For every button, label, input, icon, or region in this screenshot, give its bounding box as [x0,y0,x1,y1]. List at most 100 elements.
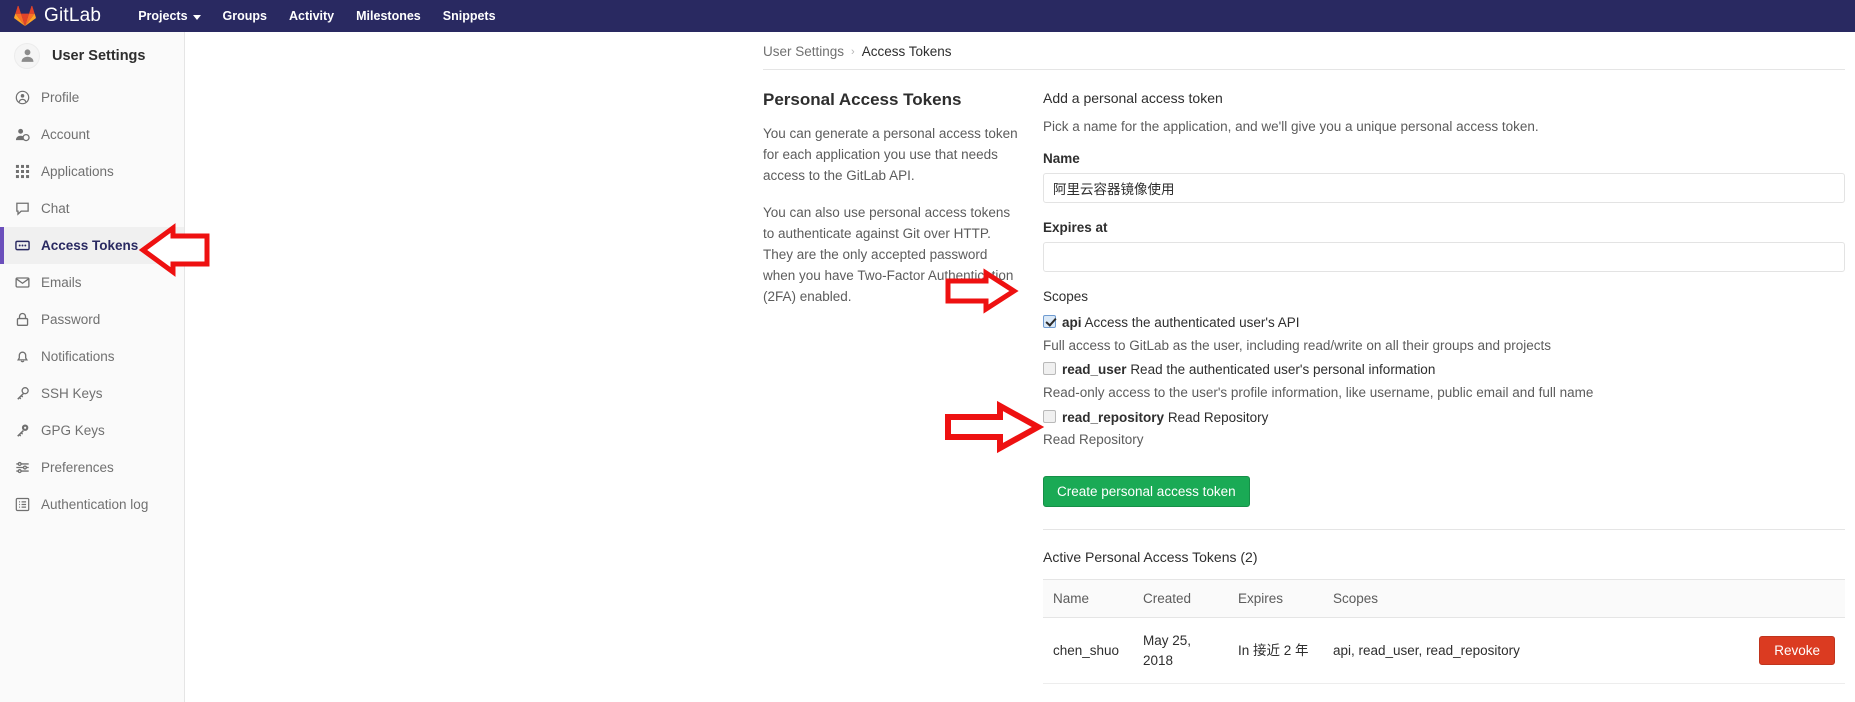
scope-help-read-repository: Read Repository [1043,432,1144,448]
sidebar-item-label: Preferences [41,460,114,475]
main-content: User Settings › Access Tokens Personal A… [185,32,1855,702]
nav-link-projects-label: Projects [138,9,188,23]
sidebar-item-profile[interactable]: Profile [0,79,184,116]
sidebar-item-label: Access Tokens [41,238,139,253]
gitlab-brand[interactable]: GitLab [14,5,101,27]
column-header-expires: Expires [1228,579,1323,619]
sidebar-item-preferences[interactable]: Preferences [0,449,184,486]
sidebar-item-label: Notifications [41,349,115,364]
user-avatar-icon [14,42,40,69]
scope-label-api: Access the authenticated user's API [1084,315,1300,331]
sidebar-item-ssh-keys[interactable]: SSH Keys [0,375,184,412]
scope-name-read-repository: read_repository [1062,409,1165,425]
form-title: Add a personal access token [1043,90,1223,106]
create-personal-access-token-button[interactable]: Create personal access token [1043,475,1250,508]
form-subtitle: Pick a name for the application, and we'… [1043,119,1539,134]
sidebar-item-applications[interactable]: Applications [0,153,184,190]
list-log-icon [14,497,30,513]
cell-token-scopes: api, read_user, read_repository [1323,617,1750,685]
nav-link-snippets[interactable]: Snippets [432,0,507,32]
column-header-scopes: Scopes [1323,579,1750,619]
settings-columns: Personal Access Tokens You can generate … [763,70,1845,685]
scope-label-read-user: Read the authenticated user's personal i… [1130,362,1436,378]
token-form-column: Add a personal access token Pick a name … [1043,90,1845,685]
active-tokens-table: Name Created Expires Scopes chen_shuo Ma… [1043,579,1845,685]
breadcrumb: User Settings › Access Tokens [763,32,1845,70]
scope-label-read-repository: Read Repository [1167,409,1269,425]
table-row: chen_shuo May 25, 2018 In 接近 2 年 api, re… [1043,617,1845,685]
column-header-name: Name [1043,579,1133,619]
sidebar-header: User Settings [0,32,184,79]
scope-help-api: Full access to GitLab as the user, inclu… [1043,337,1552,353]
table-body: chen_shuo May 25, 2018 In 接近 2 年 api, re… [1043,617,1845,685]
info-paragraph-2: You can also use personal access tokens … [763,205,1014,304]
scope-checkbox-read-repository[interactable] [1043,409,1056,423]
account-gear-icon [14,127,30,143]
cell-token-created: May 25, 2018 [1133,617,1228,685]
cell-token-action: Revoke [1749,617,1845,685]
revoke-token-button[interactable]: Revoke [1759,636,1835,666]
scope-row-read-user[interactable]: read_user Read the authenticated user's … [1043,360,1845,380]
sidebar-item-label: Account [41,127,90,142]
gitlab-tanuki-icon [14,5,36,27]
scope-name-read-user: read_user [1062,362,1127,378]
top-navbar: GitLab Projects Groups Activity Mileston… [0,0,1855,32]
sidebar-item-label: Password [41,312,101,327]
key-icon [14,423,30,439]
expires-field-label: Expires at [1043,220,1108,236]
sidebar-item-label: GPG Keys [41,423,105,438]
sidebar-item-account[interactable]: Account [0,116,184,153]
sidebar-item-label: Chat [41,201,70,216]
breadcrumb-parent-link[interactable]: User Settings [763,44,844,59]
token-name-input[interactable] [1043,173,1845,204]
active-tokens-title: Active Personal Access Tokens (2) [1043,549,1258,566]
info-paragraph-1: You can generate a personal access token… [763,126,1018,184]
info-column: Personal Access Tokens You can generate … [763,90,1021,684]
token-expires-input[interactable] [1043,242,1845,273]
nav-link-projects[interactable]: Projects [127,0,211,32]
access-token-icon [14,238,30,254]
sidebar-item-password[interactable]: Password [0,301,184,338]
scope-checkbox-read-user[interactable] [1043,362,1056,376]
sidebar-item-label: Emails [41,275,82,290]
gitlab-brand-text: GitLab [44,5,102,26]
table-head: Name Created Expires Scopes [1043,579,1845,619]
chat-bubble-icon [14,201,30,217]
page-title: Personal Access Tokens [763,90,962,109]
nav-link-groups[interactable]: Groups [212,0,278,32]
sidebar-item-emails[interactable]: Emails [0,264,184,301]
key-icon [14,386,30,402]
navbar-links: Projects Groups Activity Milestones Snip… [127,0,506,32]
scope-help-read-user: Read-only access to the user's profile i… [1043,384,1594,400]
sidebar-nav-list: Profile Account Applications Chat Access… [0,79,184,523]
sidebar-item-label: Profile [41,90,80,105]
applications-grid-icon [14,164,30,180]
scope-name-api: api [1062,315,1082,331]
scope-checkbox-api[interactable] [1043,315,1056,329]
sidebar-item-access-tokens[interactable]: Access Tokens [0,227,184,264]
page-layout: User Settings Profile Account Applicatio… [0,32,1855,702]
column-header-action [1749,579,1845,619]
nav-link-activity[interactable]: Activity [278,0,345,32]
section-divider [1043,529,1845,531]
nav-link-milestones[interactable]: Milestones [345,0,432,32]
sidebar-item-notifications[interactable]: Notifications [0,338,184,375]
profile-icon [14,90,30,106]
breadcrumb-current-link[interactable]: Access Tokens [862,44,952,59]
column-header-created: Created [1133,579,1228,619]
sidebar-title: User Settings [52,47,146,64]
cell-token-expires: In 接近 2 年 [1228,617,1323,685]
scopes-label: Scopes [1043,289,1089,305]
sidebar-item-chat[interactable]: Chat [0,190,184,227]
sidebar-item-label: SSH Keys [41,386,103,401]
bell-icon [14,349,30,365]
sidebar-item-label: Applications [41,164,114,179]
cell-token-name: chen_shuo [1043,617,1133,685]
name-field-label: Name [1043,151,1080,167]
table-header-row: Name Created Expires Scopes [1043,579,1845,619]
scope-row-read-repository[interactable]: read_repository Read Repository [1043,408,1845,428]
sidebar-item-gpg-keys[interactable]: GPG Keys [0,412,184,449]
sidebar-item-authentication-log[interactable]: Authentication log [0,486,184,523]
scope-row-api[interactable]: api Access the authenticated user's API [1043,313,1845,333]
sidebar: User Settings Profile Account Applicatio… [0,32,185,702]
